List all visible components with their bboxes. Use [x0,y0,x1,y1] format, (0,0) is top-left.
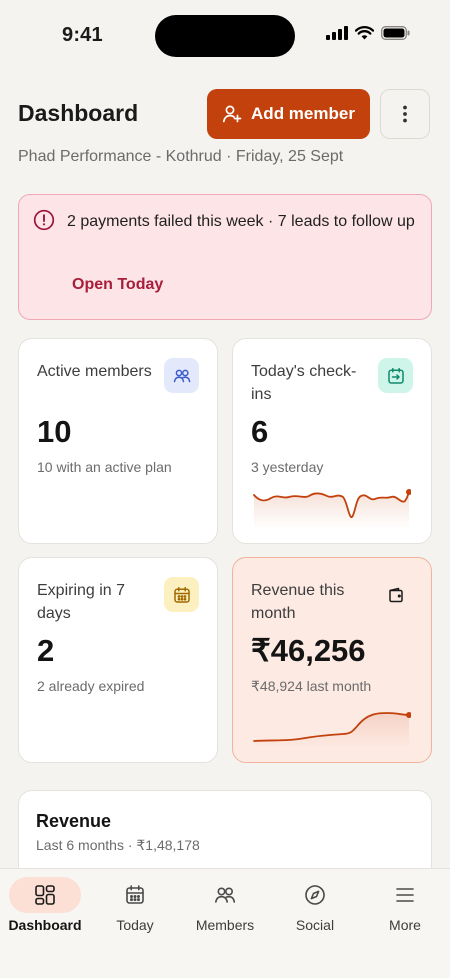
tab-more[interactable]: More [360,869,450,949]
compass-icon [279,877,351,913]
card-subtext: 3 yesterday [251,459,324,475]
tab-members[interactable]: Members [180,869,270,949]
add-member-label: Add member [251,104,355,123]
card-label: Expiring in 7 days [37,582,126,622]
checkins-sparkline [253,489,411,529]
status-bar: 9:41 [0,0,450,72]
tab-social[interactable]: Social [270,869,360,949]
status-icons [326,26,410,40]
wifi-icon [355,26,374,40]
battery-icon [381,26,410,40]
members-icon [189,877,261,913]
revenue-sparkline [253,712,411,748]
expiring-card[interactable]: Expiring in 7 days 2 2 already expired [18,557,218,763]
alert-circle-icon [33,209,55,231]
bottom-tab-bar: Dashboard Today Members Social More [0,868,450,978]
tab-label: Members [195,917,255,933]
card-subtext: 2 already expired [37,678,145,694]
members-icon [164,358,199,393]
alert-banner: 2 payments failed this week · 7 leads to… [18,194,432,320]
page-subtitle: Phad Performance - Kothrud · Friday, 25 … [18,148,344,165]
signal-icon [326,26,348,40]
calendar-icon [164,577,199,612]
tab-label: Social [295,917,335,933]
card-label: Today's check-ins [251,363,357,403]
tab-label: More [389,917,421,933]
status-time: 9:41 [62,24,103,46]
tab-label: Dashboard [8,917,82,933]
revenue-title: Revenue [36,811,112,831]
tab-label: Today [116,917,154,933]
card-value: 6 [251,414,269,449]
card-value: ₹46,256 [251,633,366,668]
open-today-link[interactable]: Open Today [72,276,163,294]
card-label: Active members [37,363,152,380]
revenue-subtitle: Last 6 months · ₹1,48,178 [36,837,200,853]
card-value: 2 [37,633,55,668]
card-subtext: 10 with an active plan [37,459,172,475]
checkin-icon [378,358,413,393]
dashboard-icon [9,877,81,913]
alert-message: 2 payments failed this week · 7 leads to… [67,213,415,230]
add-member-button[interactable]: Add member [207,89,370,139]
add-user-icon [222,105,242,123]
checkins-card[interactable]: Today's check-ins 6 3 yesterday [232,338,432,544]
active-members-card[interactable]: Active members 10 10 with an active plan [18,338,218,544]
card-label: Revenue this month [251,582,345,622]
more-options-button[interactable] [380,89,430,139]
tab-dashboard[interactable]: Dashboard [0,869,90,949]
vertical-dots-icon [403,105,407,123]
page-title: Dashboard [18,100,139,126]
wallet-icon [378,577,413,612]
calendar-icon [99,877,171,913]
dynamic-island [155,15,295,57]
tab-today[interactable]: Today [90,869,180,949]
menu-icon [369,877,441,913]
revenue-month-card[interactable]: Revenue this month ₹46,256 ₹48,924 last … [232,557,432,763]
card-value: 10 [37,414,72,449]
card-subtext: ₹48,924 last month [251,678,372,694]
